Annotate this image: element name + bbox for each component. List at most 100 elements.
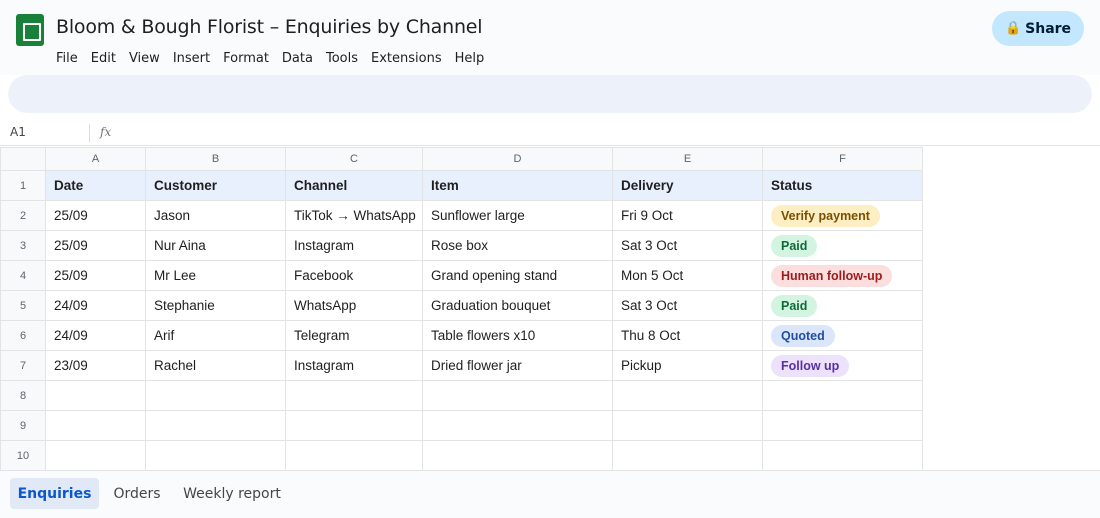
empty-cell[interactable]: [422, 410, 613, 441]
customer-cell[interactable]: Jason: [145, 200, 286, 231]
empty-cell[interactable]: [612, 440, 763, 471]
empty-cell[interactable]: [612, 380, 763, 411]
row-number[interactable]: 10: [0, 440, 46, 471]
empty-cell[interactable]: [285, 410, 423, 441]
toolbar[interactable]: [8, 75, 1092, 113]
empty-cell[interactable]: [762, 380, 923, 411]
date-cell[interactable]: 25/09: [45, 230, 146, 261]
channel-cell[interactable]: Telegram: [285, 320, 423, 351]
menu-tools[interactable]: Tools: [326, 51, 364, 66]
channel-cell[interactable]: TikTok → WhatsApp: [285, 200, 423, 231]
date-cell[interactable]: 25/09: [45, 200, 146, 231]
table-row: 5 24/09 Stephanie WhatsApp Graduation bo…: [0, 290, 923, 321]
menu-format[interactable]: Format: [223, 51, 275, 66]
customer-cell[interactable]: Mr Lee: [145, 260, 286, 291]
sheet-tabs-bar: Enquiries Orders Weekly report: [0, 470, 1100, 518]
status-cell[interactable]: Paid: [762, 230, 923, 261]
menu-edit[interactable]: Edit: [91, 51, 122, 66]
channel-cell[interactable]: Instagram: [285, 230, 423, 261]
status-cell[interactable]: Paid: [762, 290, 923, 321]
status-cell[interactable]: Verify payment: [762, 200, 923, 231]
status-cell[interactable]: Human follow-up: [762, 260, 923, 291]
row-number[interactable]: 6: [0, 320, 46, 351]
empty-cell[interactable]: [145, 410, 286, 441]
item-cell[interactable]: Grand opening stand: [422, 260, 613, 291]
row-number[interactable]: 4: [0, 260, 46, 291]
delivery-cell[interactable]: Sat 3 Oct: [612, 230, 763, 261]
row-number[interactable]: 9: [0, 410, 46, 441]
status-badge: Verify payment: [771, 204, 880, 227]
header-cell-status[interactable]: Status: [762, 170, 923, 201]
table-row: 4 25/09 Mr Lee Facebook Grand opening st…: [0, 260, 923, 291]
header-cell-item[interactable]: Item: [422, 170, 613, 201]
delivery-cell[interactable]: Sat 3 Oct: [612, 290, 763, 321]
item-cell[interactable]: Table flowers x10: [422, 320, 613, 351]
row-number[interactable]: 1: [0, 170, 46, 201]
empty-cell[interactable]: [45, 410, 146, 441]
header-cell-date[interactable]: Date: [45, 170, 146, 201]
menu-help[interactable]: Help: [455, 51, 491, 66]
share-button[interactable]: 🔒 Share: [992, 11, 1084, 46]
delivery-cell[interactable]: Pickup: [612, 350, 763, 381]
table-row: 3 25/09 Nur Aina Instagram Rose box Sat …: [0, 230, 923, 261]
empty-cell[interactable]: [45, 380, 146, 411]
customer-cell[interactable]: Stephanie: [145, 290, 286, 321]
menu-file[interactable]: File: [56, 51, 84, 66]
empty-cell[interactable]: [612, 410, 763, 441]
tab-weekly-report[interactable]: Weekly report: [178, 478, 286, 509]
delivery-cell[interactable]: Mon 5 Oct: [612, 260, 763, 291]
empty-cell[interactable]: [762, 440, 923, 471]
channel-cell[interactable]: Facebook: [285, 260, 423, 291]
tab-orders[interactable]: Orders: [106, 478, 168, 509]
date-cell[interactable]: 23/09: [45, 350, 146, 381]
item-cell[interactable]: Rose box: [422, 230, 613, 261]
column-header-d[interactable]: D: [422, 147, 613, 171]
row-number[interactable]: 3: [0, 230, 46, 261]
column-header-a[interactable]: A: [45, 147, 146, 171]
formula-bar-divider: [89, 124, 90, 142]
row-number[interactable]: 2: [0, 200, 46, 231]
menu-extensions[interactable]: Extensions: [371, 51, 448, 66]
item-cell[interactable]: Graduation bouquet: [422, 290, 613, 321]
select-all-corner[interactable]: [0, 147, 46, 171]
date-cell[interactable]: 24/09: [45, 320, 146, 351]
column-header-e[interactable]: E: [612, 147, 763, 171]
header-cell-channel[interactable]: Channel: [285, 170, 423, 201]
customer-cell[interactable]: Nur Aina: [145, 230, 286, 261]
row-number[interactable]: 7: [0, 350, 46, 381]
delivery-cell[interactable]: Thu 8 Oct: [612, 320, 763, 351]
customer-cell[interactable]: Arif: [145, 320, 286, 351]
empty-cell[interactable]: [422, 380, 613, 411]
channel-cell[interactable]: WhatsApp: [285, 290, 423, 321]
empty-cell[interactable]: [145, 440, 286, 471]
customer-cell[interactable]: Rachel: [145, 350, 286, 381]
date-cell[interactable]: 24/09: [45, 290, 146, 321]
empty-cell[interactable]: [285, 380, 423, 411]
status-cell[interactable]: Quoted: [762, 320, 923, 351]
tab-enquiries[interactable]: Enquiries: [10, 478, 99, 509]
menu-data[interactable]: Data: [282, 51, 319, 66]
column-header-f[interactable]: F: [762, 147, 923, 171]
empty-cell[interactable]: [422, 440, 613, 471]
empty-cell[interactable]: [45, 440, 146, 471]
item-cell[interactable]: Dried flower jar: [422, 350, 613, 381]
menu-view[interactable]: View: [129, 51, 166, 66]
header-cell-customer[interactable]: Customer: [145, 170, 286, 201]
column-header-b[interactable]: B: [145, 147, 286, 171]
channel-cell[interactable]: Instagram: [285, 350, 423, 381]
document-title[interactable]: Bloom & Bough Florist – Enquiries by Cha…: [56, 16, 483, 38]
empty-cell[interactable]: [285, 440, 423, 471]
column-header-c[interactable]: C: [285, 147, 423, 171]
delivery-cell[interactable]: Fri 9 Oct: [612, 200, 763, 231]
empty-cell[interactable]: [145, 380, 286, 411]
row-number[interactable]: 8: [0, 380, 46, 411]
date-cell[interactable]: 25/09: [45, 260, 146, 291]
sheets-logo-icon[interactable]: [16, 14, 44, 46]
row-number[interactable]: 5: [0, 290, 46, 321]
status-cell[interactable]: Follow up: [762, 350, 923, 381]
name-box[interactable]: A1: [10, 125, 26, 139]
item-cell[interactable]: Sunflower large: [422, 200, 613, 231]
header-cell-delivery[interactable]: Delivery: [612, 170, 763, 201]
empty-cell[interactable]: [762, 410, 923, 441]
menu-insert[interactable]: Insert: [173, 51, 216, 66]
